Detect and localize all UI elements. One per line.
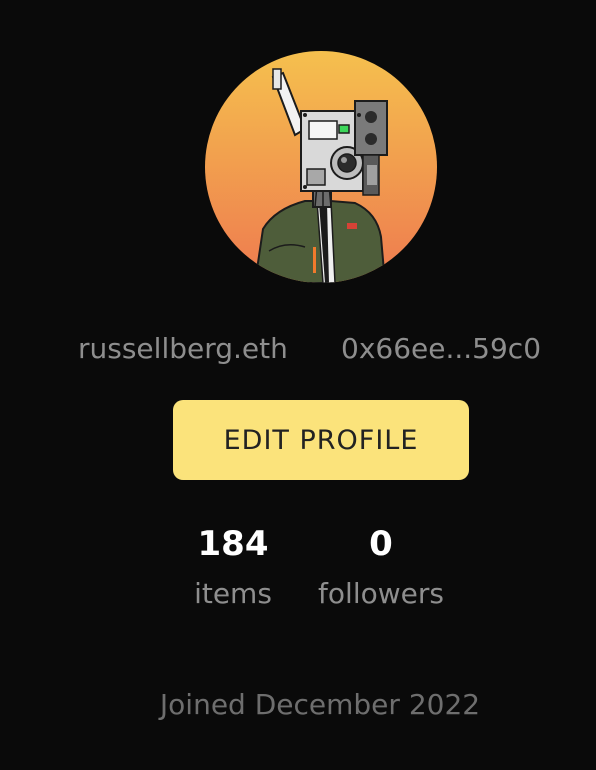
items-count: 184 (197, 524, 269, 564)
profile-avatar[interactable] (205, 51, 437, 283)
stat-followers[interactable]: 0 followers (306, 524, 456, 614)
profile-page: russellberg.eth 0x66ee...59c0 EDIT PROFI… (0, 0, 596, 770)
robot-avatar-icon (205, 51, 437, 283)
items-label: items (194, 577, 272, 610)
wallet-address[interactable]: 0x66ee...59c0 (341, 332, 541, 365)
identity-row: russellberg.eth 0x66ee...59c0 (0, 332, 596, 372)
stat-items[interactable]: 184 items (183, 524, 283, 614)
edit-profile-button[interactable]: EDIT PROFILE (173, 400, 469, 480)
ens-name: russellberg.eth (78, 332, 288, 365)
followers-label: followers (318, 577, 444, 610)
followers-count: 0 (369, 524, 393, 564)
joined-date: Joined December 2022 (159, 688, 481, 721)
